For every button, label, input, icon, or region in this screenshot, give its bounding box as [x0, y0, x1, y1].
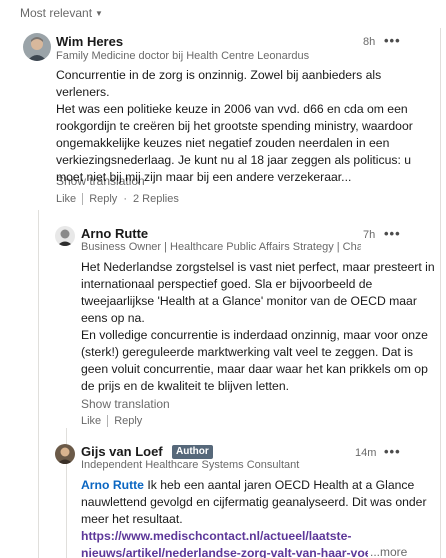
avatar[interactable]	[23, 33, 51, 61]
comment-time: 14m	[355, 447, 377, 459]
like-button[interactable]: Like	[81, 415, 101, 427]
sort-dropdown[interactable]: Most relevant ▼	[20, 6, 103, 20]
panel-border	[440, 28, 441, 558]
commenter-headline: Family Medicine doctor bij Health Centre…	[56, 50, 310, 62]
caret-down-icon: ▼	[95, 8, 103, 18]
thread-line	[38, 210, 39, 558]
article-link[interactable]: https://www.medischcontact.nl/actueel/la…	[81, 529, 351, 543]
comment-text: Ik heb een aantal jaren OECD Health at a…	[143, 478, 415, 492]
divider	[107, 415, 109, 427]
comment-actions: Like Reply	[81, 415, 142, 427]
comment-line: verkiezingsnederlaag. Je kunt nu al 18 j…	[56, 153, 412, 167]
comment-time: 7h	[363, 229, 376, 241]
commenter-name[interactable]: Wim Heres	[56, 34, 123, 49]
comment-body: Het Nederlandse zorgstelsel is vast niet…	[81, 259, 436, 395]
comments-panel: Most relevant ▼ Wim Heres Family Medicin…	[0, 0, 446, 558]
comment-line: Het was een politieke keuze in 2006 van …	[56, 102, 408, 116]
more-options-icon[interactable]: •••	[384, 444, 401, 459]
commenter-headline: Independent Healthcare Systems Consultan…	[81, 459, 300, 471]
like-button[interactable]: Like	[56, 193, 76, 205]
comment-time: 8h	[363, 36, 376, 48]
comment-body: Concurrentie in de zorg is onzinnig. Zow…	[56, 67, 436, 186]
comment-line: tweejaarlijkse 'Health at a Glance' moni…	[81, 294, 417, 308]
commenter-name[interactable]: Arno Rutte	[81, 226, 148, 241]
comment-line: internationaal perspectief goed. Sla er …	[81, 277, 373, 291]
comment-line: https://www.medischcontact.nl/actueel/la…	[81, 528, 436, 545]
comment-line: rookgordijn te creëren bij het grootste …	[56, 119, 413, 133]
see-more-button[interactable]: ...more	[368, 545, 408, 558]
avatar[interactable]	[55, 444, 75, 464]
comment-line: nauwlettend gevolgd en cijfermatig geana…	[81, 495, 427, 509]
comment-line: de prijs en de kwaliteit te blijven lett…	[81, 379, 289, 393]
comment-line: geen voluit concurrentie, maar daar waar…	[81, 362, 428, 376]
comment-line: meer het resultaat.	[81, 512, 183, 526]
mention-link[interactable]: Arno Rutte	[81, 478, 144, 492]
comment-line: ongemakkelijke keuzes niet negatief zoud…	[56, 136, 390, 150]
comment-line: En volledige concurrentie is inderdaad o…	[81, 328, 428, 342]
separator-dot: ·	[123, 193, 127, 205]
article-link[interactable]: nieuws/artikel/nederlandse-zorg-valt-van…	[81, 546, 401, 558]
comment-line: Concurrentie in de zorg is onzinnig. Zow…	[56, 68, 382, 99]
show-translation-button[interactable]: Show translation	[81, 397, 170, 411]
author-badge: Author	[172, 445, 213, 459]
comment-actions: Like Reply · 2 Replies	[56, 193, 179, 205]
divider	[82, 193, 84, 205]
more-options-icon[interactable]: •••	[384, 226, 401, 241]
replies-count-button[interactable]: 2 Replies	[133, 193, 179, 205]
commenter-headline: Business Owner | Healthcare Public Affai…	[81, 241, 361, 253]
avatar[interactable]	[55, 226, 75, 246]
commenter-name[interactable]: Gijs van Loef	[81, 444, 163, 459]
show-translation-button[interactable]: Show translation	[56, 174, 145, 188]
more-options-icon[interactable]: •••	[384, 33, 401, 48]
comment-line: eens op na.	[81, 311, 145, 325]
comment-line: Arno Rutte Ik heb een aantal jaren OECD …	[81, 477, 436, 494]
reply-button[interactable]: Reply	[114, 415, 142, 427]
sort-label: Most relevant	[20, 6, 93, 20]
reply-button[interactable]: Reply	[89, 193, 117, 205]
comment-line: (sterk!) gereguleerde marktwerking valt …	[81, 345, 413, 359]
comment-line: Het Nederlandse zorgstelsel is vast niet…	[81, 260, 435, 274]
